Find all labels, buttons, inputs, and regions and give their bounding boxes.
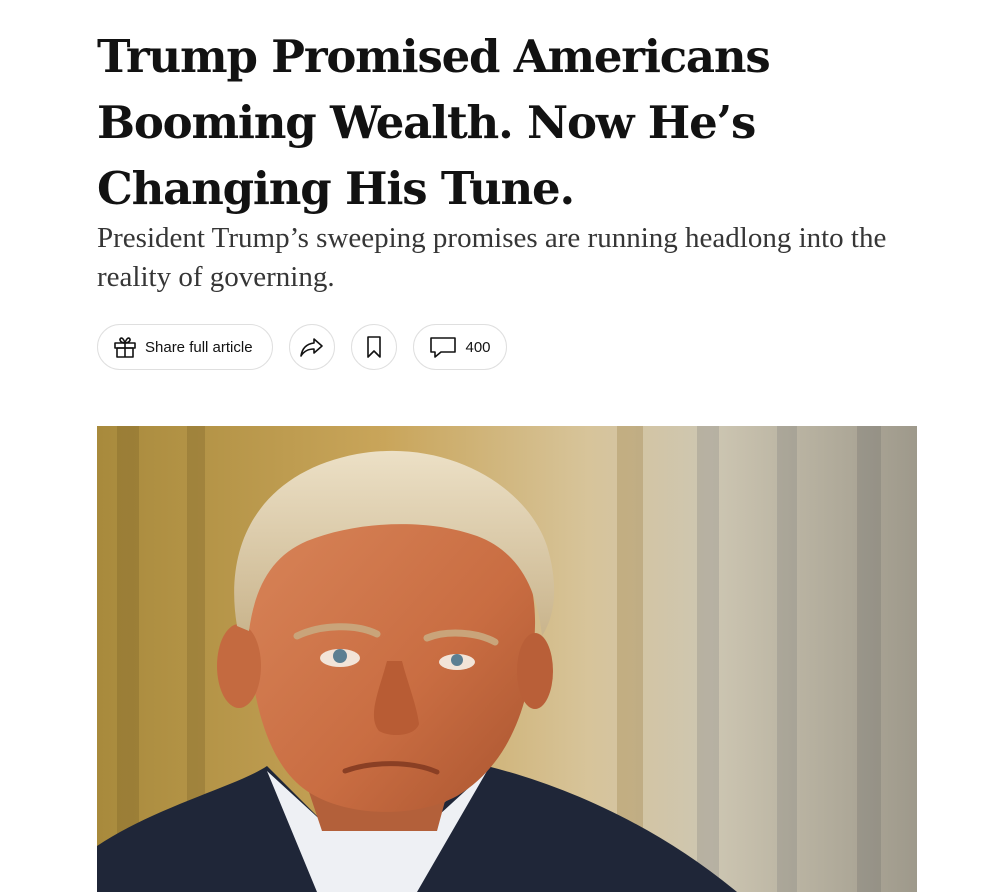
comments-button[interactable]: 400 [413,324,507,370]
comment-count: 400 [465,338,491,356]
article-headline: Trump Promised Americans Booming Wealth.… [97,30,771,215]
save-button[interactable] [351,324,397,370]
article-summary: President Trump’s sweeping promises are … [97,222,887,293]
gift-icon [112,334,138,360]
share-button[interactable] [289,324,335,370]
share-full-article-label: Share full article [145,338,253,356]
lede-photo [97,426,917,892]
bookmark-icon [365,335,383,359]
share-full-article-button[interactable]: Share full article [97,324,273,370]
share-toolbar: Share full article 400 [97,324,507,370]
share-arrow-icon [299,336,325,358]
comment-bubble-icon [429,335,457,359]
